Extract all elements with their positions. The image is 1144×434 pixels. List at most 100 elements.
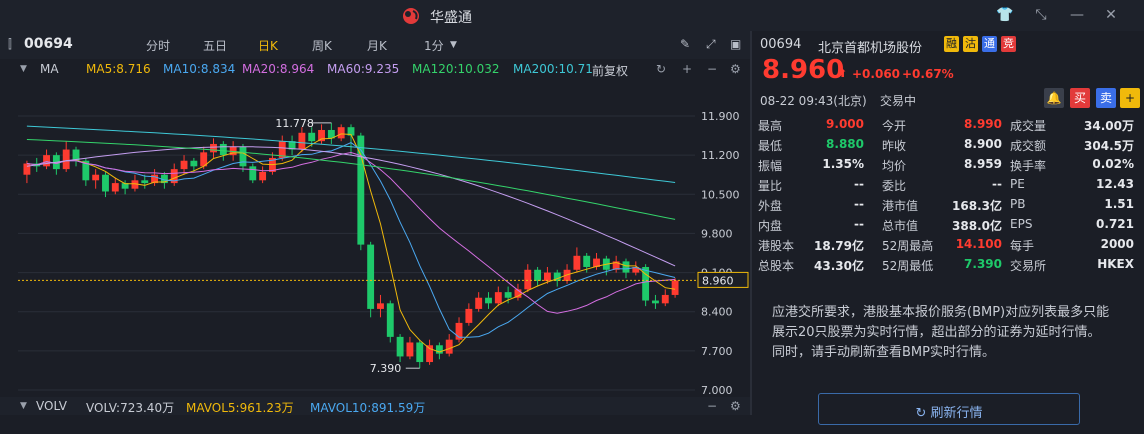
ma20-line — [26, 151, 676, 314]
y-tick-label: 10.500 — [701, 188, 740, 201]
adjust-select[interactable]: 前复权 — [592, 62, 628, 79]
quote-row: 最高 9.000 今开 8.990 成交量 34.00万 — [752, 115, 1144, 135]
quote-field-value: 1.51 — [1104, 197, 1134, 211]
quote-field-label: 均价 — [882, 159, 907, 173]
tab-month-k[interactable]: 月K — [367, 37, 387, 54]
volv-label[interactable]: VOLV — [36, 399, 67, 413]
quote-field-label: PE — [1010, 177, 1025, 191]
quote-field-value: 2000 — [1100, 237, 1134, 251]
quote-name: 北京首都机场股份 — [818, 41, 923, 56]
quote-code: 00694 — [760, 37, 802, 52]
badge-auction: 竞 — [1001, 36, 1016, 52]
refresh-icon[interactable]: ↻ — [656, 62, 666, 76]
candle-body — [445, 339, 453, 354]
quote-field-value: 8.900 — [964, 137, 1002, 151]
ma5-value: MA5:8.716 — [86, 62, 151, 76]
minimize-icon[interactable]: — — [1068, 6, 1086, 24]
candle-body — [92, 174, 100, 181]
quote-field-value: -- — [854, 177, 864, 191]
quote-field-label: 委比 — [882, 179, 907, 193]
add-watchlist-icon[interactable]: + — [1120, 88, 1140, 108]
quote-field-label: 52周最高 — [882, 239, 934, 253]
candle-body — [406, 342, 414, 357]
settings-icon[interactable]: ⚙ — [730, 62, 741, 76]
quote-field-label: 成交额 — [1010, 139, 1047, 153]
ma10-value: MA10:8.834 — [163, 62, 236, 76]
quote-row: 量比 -- 委比 -- PE 12.43 — [752, 175, 1144, 195]
candle-body — [573, 255, 581, 270]
badge-connect: 通 — [982, 36, 997, 52]
vol-minus-icon[interactable]: − — [707, 399, 717, 413]
candle-body — [386, 303, 394, 337]
quote-field-label: 港股本 — [758, 239, 795, 253]
buy-button[interactable]: 买 — [1070, 88, 1090, 108]
candle-body — [298, 132, 306, 150]
candle-body — [43, 155, 50, 167]
quote-field-value: 9.000 — [826, 117, 864, 131]
refresh-quote-button[interactable]: ↻ 刷新行情 — [818, 393, 1080, 425]
quote-field-label: 每手 — [1010, 239, 1035, 253]
candle-body — [485, 297, 492, 304]
quote-field-value: 12.43 — [1096, 177, 1134, 191]
minus-icon[interactable]: − — [707, 62, 717, 76]
candle-body — [367, 244, 375, 309]
price-change: +0.060 — [852, 67, 901, 81]
bell-icon[interactable]: 🔔 — [1044, 88, 1064, 108]
badge-short: 沽 — [963, 36, 978, 52]
quote-field-label: 总股本 — [758, 259, 795, 273]
badge-margin: 融 — [944, 36, 959, 52]
vol-settings-icon[interactable]: ⚙ — [730, 399, 741, 413]
quote-field-value: 18.79亿 — [814, 239, 864, 253]
ma60-value: MA60:9.235 — [327, 62, 400, 76]
tab-day-k[interactable]: 日K — [258, 37, 278, 54]
quote-field-value: 8.990 — [964, 117, 1002, 131]
pen-icon[interactable]: ✎ — [680, 37, 690, 51]
close-icon[interactable]: ✕ — [1102, 6, 1120, 24]
high-label: 11.778 — [275, 117, 314, 130]
quote-field-value: 14.100 — [955, 237, 1002, 251]
tab-one-minute[interactable]: 1分 — [424, 37, 444, 54]
current-price-label: 8.960 — [702, 274, 734, 287]
bmp-notice: 应港交所要求，港股基本报价服务(BMP)对应列表最多只能展示20只股票为实时行情… — [772, 305, 1110, 360]
candle-body — [661, 294, 669, 304]
candle-body — [23, 163, 31, 175]
ma-legend: ▼ MA MA5:8.716 MA10:8.834 MA20:8.964 MA6… — [0, 59, 750, 79]
candle-body — [543, 272, 551, 281]
dropdown-icon[interactable]: ▼ — [450, 40, 457, 50]
tab-five-day[interactable]: 五日 — [203, 37, 227, 54]
quote-field-label: 量比 — [758, 179, 783, 193]
candle-body — [180, 160, 188, 170]
candle-body — [62, 149, 70, 170]
candle-body — [426, 345, 434, 363]
y-tick-label: 8.400 — [701, 306, 733, 319]
tab-week-k[interactable]: 周K — [312, 37, 332, 54]
quote-panel: 00694 北京首都机场股份 融 沽 通 竞 8.960 ⬆ +0.060 +0… — [752, 31, 1144, 425]
vol-collapse-icon[interactable]: ▼ — [20, 401, 27, 411]
quote-field-value: 1.35% — [822, 157, 864, 171]
up-arrow-icon: ⬆ — [838, 67, 848, 80]
plus-icon[interactable]: + — [682, 62, 692, 76]
shirt-icon[interactable]: 👕 — [996, 6, 1014, 24]
candle-body — [308, 132, 316, 142]
title-bar: 华盛通 👕 ⤡ — ✕ — [0, 0, 1144, 32]
ma20-value: MA20:8.964 — [242, 62, 315, 76]
ma-label[interactable]: MA — [40, 62, 59, 76]
quote-time: 08-22 09:43(北京) — [760, 94, 867, 108]
candlestick-chart[interactable]: 11.90011.20010.5009.8009.1008.4007.7007.… — [0, 80, 750, 396]
last-price: 8.960 — [762, 55, 845, 85]
collapse-icon[interactable]: ▼ — [20, 64, 27, 74]
panel-toggle-icon[interactable]: ⫿ — [8, 37, 12, 52]
layout-icon[interactable]: ▣ — [730, 37, 741, 51]
candle-body — [239, 146, 247, 167]
candle-body — [475, 297, 483, 309]
price-change-pct: +0.67% — [902, 67, 954, 81]
quote-field-value: 43.30亿 — [814, 259, 864, 273]
fullscreen-icon[interactable]: ⤢ — [706, 37, 716, 52]
candle-body — [337, 127, 345, 139]
quote-row: 外盘 -- 港市值 168.3亿 PB 1.51 — [752, 195, 1144, 215]
quote-field-label: 总市值 — [882, 219, 919, 233]
shrink-icon[interactable]: ⤡ — [1032, 6, 1050, 24]
sell-button[interactable]: 卖 — [1096, 88, 1116, 108]
quote-field-label: 今开 — [882, 119, 907, 133]
tab-timeshare[interactable]: 分时 — [146, 37, 170, 54]
